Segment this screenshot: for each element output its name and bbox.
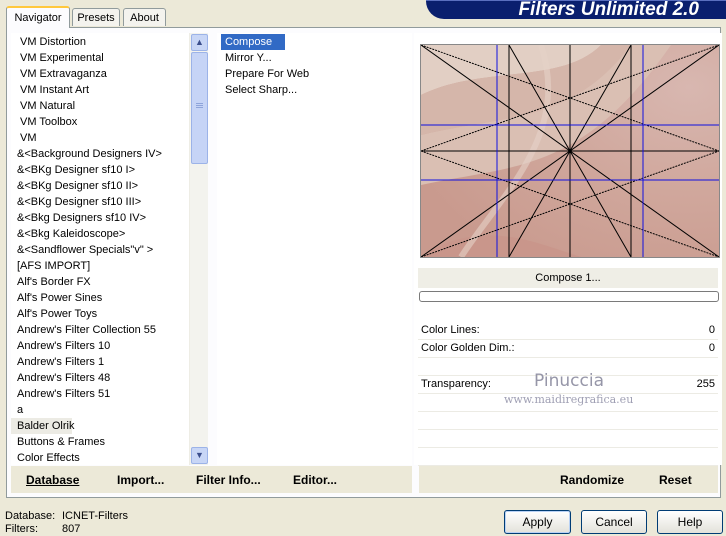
category-list[interactable]: VM Distortion VM Experimental VM Extravaga… bbox=[11, 33, 207, 465]
filter-list[interactable]: Compose 1... Mirror Y... Prepare For Web Se… bbox=[217, 33, 412, 465]
param-color-lines[interactable]: Color Lines: 0 bbox=[418, 322, 718, 340]
filter-item[interactable]: Mirror Y... bbox=[217, 50, 412, 66]
database-button[interactable]: Database bbox=[26, 473, 79, 487]
category-item[interactable]: VM Distortion bbox=[11, 34, 207, 50]
apply-label: Apply bbox=[522, 515, 553, 529]
tab-about[interactable]: About bbox=[123, 8, 166, 26]
category-item[interactable]: Buttons & Frames bbox=[11, 434, 207, 450]
category-item[interactable]: &<Bkg Kaleidoscope> bbox=[11, 226, 207, 242]
status-filters-label: Filters: bbox=[5, 523, 38, 535]
param-empty-4[interactable] bbox=[418, 430, 718, 448]
param-label: Transparency: bbox=[421, 378, 491, 390]
cancel-button[interactable]: Cancel bbox=[581, 510, 647, 534]
category-item[interactable]: Andrew's Filters 48 bbox=[11, 370, 207, 386]
preview-image bbox=[420, 44, 720, 258]
scroll-up-button[interactable]: ▲ bbox=[191, 34, 208, 51]
filter-info-label: Filter Info... bbox=[196, 473, 261, 487]
category-item[interactable]: &<BKg Designer sf10 I> bbox=[11, 162, 207, 178]
param-value: 255 bbox=[696, 378, 715, 390]
category-item[interactable]: &<Sandflower Specials"v" > bbox=[11, 242, 207, 258]
category-item[interactable]: &<BKg Designer sf10 II> bbox=[11, 178, 207, 194]
status-filters-value: 807 bbox=[62, 523, 81, 535]
category-item[interactable]: Andrew's Filter Collection 55 bbox=[11, 322, 207, 338]
status-database-label: Database: bbox=[5, 510, 56, 522]
preview-canvas bbox=[421, 45, 719, 257]
import-button[interactable]: Import... bbox=[117, 473, 164, 487]
category-item[interactable]: Andrew's Filters 51 bbox=[11, 386, 207, 402]
category-item[interactable]: &<Background Designers IV> bbox=[11, 146, 207, 162]
category-item[interactable]: VM Experimental bbox=[11, 50, 207, 66]
category-item[interactable]: &<BKg Designer sf10 III> bbox=[11, 194, 207, 210]
category-item[interactable]: Alf's Power Toys bbox=[11, 306, 207, 322]
param-label: Color Golden Dim.: bbox=[421, 342, 515, 354]
database-label: Database bbox=[26, 473, 80, 487]
tab-about-label: About bbox=[130, 12, 159, 24]
randomize-label: Randomize bbox=[560, 473, 625, 487]
param-empty-5[interactable] bbox=[418, 448, 718, 466]
category-item[interactable]: Andrew's Filters 10 bbox=[11, 338, 207, 354]
reset-label: Reset bbox=[659, 473, 692, 487]
param-value: 0 bbox=[708, 342, 715, 354]
param-label: Color Lines: bbox=[421, 324, 480, 336]
filter-item[interactable]: Select Sharp... bbox=[217, 82, 412, 98]
filter-name-display: Compose 1... bbox=[418, 268, 718, 288]
category-item[interactable]: Alf's Power Sines bbox=[11, 290, 207, 306]
help-label: Help bbox=[677, 515, 703, 529]
import-label: Import... bbox=[117, 473, 165, 487]
tab-navigator-label: Navigator bbox=[14, 12, 62, 24]
banner-title: Filters Unlimited 2.0 bbox=[518, 0, 699, 20]
watermark-site: www.maidiregrafica.eu bbox=[504, 393, 634, 406]
filter-name-label: Compose 1... bbox=[535, 272, 601, 284]
randomize-button[interactable]: Randomize bbox=[560, 473, 624, 487]
watermark-name: Pinuccia bbox=[534, 371, 604, 391]
filter-item[interactable]: Compose 1... bbox=[221, 34, 285, 64]
category-item[interactable]: VM Toolbox bbox=[11, 114, 207, 130]
status-filters: Filters: 807 bbox=[5, 523, 80, 535]
category-item[interactable]: VM bbox=[11, 130, 207, 146]
category-item[interactable]: VM Extravaganza bbox=[11, 66, 207, 82]
param-empty-3[interactable] bbox=[418, 412, 718, 430]
scroll-thumb[interactable] bbox=[191, 52, 208, 164]
status-database: Database: ICNET-Filters bbox=[5, 510, 128, 522]
category-item[interactable]: Color Effects bbox=[11, 450, 207, 465]
param-value: 0 bbox=[708, 324, 715, 336]
editor-button[interactable]: Editor... bbox=[293, 473, 337, 487]
editor-label: Editor... bbox=[293, 473, 338, 487]
apply-button[interactable]: Apply bbox=[504, 510, 571, 534]
title-banner: Filters Unlimited 2.0 bbox=[426, 0, 726, 19]
banner-shine bbox=[426, 0, 726, 1]
filter-item[interactable]: Prepare For Web bbox=[217, 66, 412, 82]
progress-bar bbox=[419, 291, 719, 302]
category-item[interactable]: Andrew's Filters 1 bbox=[11, 354, 207, 370]
tab-presets-label: Presets bbox=[77, 12, 115, 24]
category-item[interactable]: VM Natural bbox=[11, 98, 207, 114]
cancel-label: Cancel bbox=[595, 515, 633, 529]
tab-presets[interactable]: Presets bbox=[72, 8, 120, 26]
reset-button[interactable]: Reset bbox=[659, 473, 692, 487]
filter-info-button[interactable]: Filter Info... bbox=[196, 473, 261, 487]
param-color-golden[interactable]: Color Golden Dim.: 0 bbox=[418, 340, 718, 358]
category-item[interactable]: [AFS IMPORT] bbox=[11, 258, 207, 274]
category-item[interactable]: a bbox=[11, 402, 207, 418]
category-item[interactable]: Balder Olrik bbox=[11, 418, 74, 434]
status-database-value: ICNET-Filters bbox=[62, 510, 128, 522]
tab-navigator[interactable]: Navigator bbox=[6, 6, 70, 28]
help-button[interactable]: Help bbox=[657, 510, 723, 534]
category-item[interactable]: VM Instant Art bbox=[11, 82, 207, 98]
category-item[interactable]: &<Bkg Designers sf10 IV> bbox=[11, 210, 207, 226]
category-scrollbar[interactable]: ▲ ▼ bbox=[189, 33, 208, 465]
scroll-down-button[interactable]: ▼ bbox=[191, 447, 208, 464]
category-item[interactable]: Alf's Border FX bbox=[11, 274, 207, 290]
